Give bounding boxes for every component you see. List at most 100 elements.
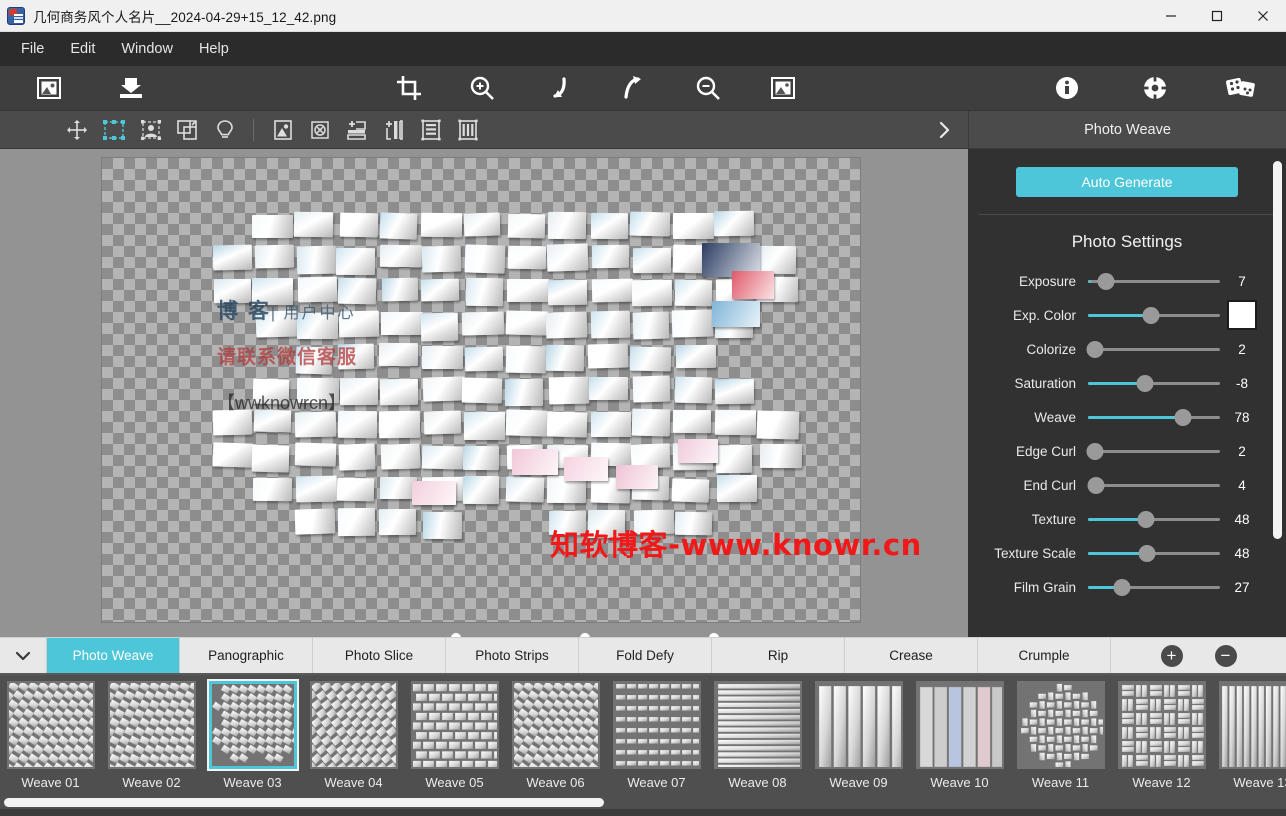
open-image-icon[interactable] xyxy=(26,68,72,108)
slider-track[interactable] xyxy=(1088,374,1220,392)
tab-crumple[interactable]: Crumple xyxy=(978,638,1111,673)
slider-track[interactable] xyxy=(1088,408,1220,426)
slider-knob[interactable] xyxy=(1137,510,1155,528)
save-image-icon[interactable] xyxy=(108,68,154,108)
tab-fold-defy[interactable]: Fold Defy xyxy=(579,638,712,673)
chevron-down-icon[interactable] xyxy=(0,638,47,673)
preset-thumbnail[interactable] xyxy=(915,681,1004,769)
slider-track[interactable] xyxy=(1087,476,1220,494)
slider-track[interactable] xyxy=(1088,272,1220,290)
slider-track[interactable] xyxy=(1088,306,1220,324)
selection-handle-top-left[interactable] xyxy=(450,632,462,637)
add-effect-button[interactable]: + xyxy=(1160,644,1183,667)
slider-knob[interactable] xyxy=(1086,442,1104,460)
preset-thumbnail[interactable] xyxy=(1218,681,1286,769)
preset-thumbnail[interactable] xyxy=(206,679,299,771)
panel-scrollbar[interactable] xyxy=(1273,161,1282,539)
tab-photo-weave[interactable]: Photo Weave xyxy=(47,638,180,673)
redo-icon[interactable] xyxy=(610,68,656,108)
preset-thumbnail[interactable] xyxy=(814,681,903,769)
preset-thumbnail[interactable] xyxy=(1016,681,1105,769)
weave-tile xyxy=(588,509,626,538)
preset-thumbnail[interactable] xyxy=(1117,681,1206,769)
preset-thumbnail[interactable] xyxy=(410,681,499,769)
preset-thumbnail-strip[interactable]: Weave 01 Weave 02 Weave 03 Weave 04 Weave 05… xyxy=(0,673,1286,795)
slider-track[interactable] xyxy=(1088,578,1220,596)
slider-value: 7 xyxy=(1238,273,1246,289)
remove-background-icon[interactable] xyxy=(301,114,338,146)
selection-handle-top-center[interactable] xyxy=(579,632,591,637)
remove-effect-button[interactable]: − xyxy=(1214,644,1237,667)
slider-knob[interactable] xyxy=(1097,272,1115,290)
mirror-icon[interactable] xyxy=(375,114,412,146)
random-icon[interactable] xyxy=(1218,68,1264,108)
slider-knob[interactable] xyxy=(1087,476,1105,494)
preset-item[interactable]: Weave 05 xyxy=(404,675,505,790)
preset-item[interactable]: Weave 12 xyxy=(1111,675,1212,790)
preset-item[interactable]: Weave 06 xyxy=(505,675,606,790)
slider-knob[interactable] xyxy=(1113,578,1131,596)
slider-knob[interactable] xyxy=(1142,306,1160,324)
light-bulb-icon[interactable] xyxy=(206,114,243,146)
slider-track[interactable] xyxy=(1086,340,1220,358)
columns-view-icon[interactable] xyxy=(449,114,486,146)
maximize-button[interactable] xyxy=(1194,0,1240,31)
settings-icon[interactable] xyxy=(1132,68,1178,108)
color-swatch-button[interactable] xyxy=(1227,300,1257,330)
canvas-area[interactable]: 博 客| 用户中心 请联系微信客服 【wwknowrcn】 知软博客-www.k… xyxy=(0,149,968,637)
selection-handle-top-right[interactable] xyxy=(708,632,720,637)
menu-help[interactable]: Help xyxy=(186,36,242,62)
slider-track[interactable] xyxy=(1088,510,1220,528)
minimize-button[interactable] xyxy=(1148,0,1194,31)
preset-thumbnail[interactable] xyxy=(612,681,701,769)
menu-edit[interactable]: Edit xyxy=(57,36,108,62)
marquee-select-icon[interactable] xyxy=(95,114,132,146)
tab-photo-slice[interactable]: Photo Slice xyxy=(313,638,446,673)
preset-item[interactable]: Weave 13 xyxy=(1212,675,1286,790)
subject-select-icon[interactable] xyxy=(132,114,169,146)
slider-knob[interactable] xyxy=(1138,544,1156,562)
zoom-out-icon[interactable] xyxy=(685,68,731,108)
transform-icon[interactable] xyxy=(169,114,206,146)
preset-item[interactable]: Weave 11 xyxy=(1010,675,1111,790)
chevron-right-icon[interactable] xyxy=(920,111,968,148)
preset-item[interactable]: Weave 08 xyxy=(707,675,808,790)
preset-item[interactable]: Weave 07 xyxy=(606,675,707,790)
slider-knob[interactable] xyxy=(1174,408,1192,426)
move-tool-icon[interactable] xyxy=(58,114,95,146)
slider-track[interactable] xyxy=(1088,544,1220,562)
preset-thumbnail[interactable] xyxy=(511,681,600,769)
preset-item[interactable]: Weave 02 xyxy=(101,675,202,790)
slider-knob[interactable] xyxy=(1136,374,1154,392)
preset-strip-scroll-thumb[interactable] xyxy=(4,797,604,807)
preset-item[interactable]: Weave 09 xyxy=(808,675,909,790)
preset-item[interactable]: Weave 10 xyxy=(909,675,1010,790)
close-button[interactable] xyxy=(1240,0,1286,31)
tab-rip[interactable]: Rip xyxy=(712,638,845,673)
fit-image-icon[interactable] xyxy=(760,68,806,108)
auto-generate-button[interactable]: Auto Generate xyxy=(1016,167,1238,197)
undo-icon[interactable] xyxy=(534,68,580,108)
canvas-document[interactable]: 博 客| 用户中心 请联系微信客服 【wwknowrcn】 知软博客-www.k… xyxy=(101,157,921,637)
preset-thumbnail[interactable] xyxy=(713,681,802,769)
preset-item[interactable]: Weave 01 xyxy=(0,675,101,790)
slider-knob[interactable] xyxy=(1086,340,1104,358)
tab-photo-strips[interactable]: Photo Strips xyxy=(446,638,579,673)
tab-crease[interactable]: Crease xyxy=(845,638,978,673)
add-layer-icon[interactable] xyxy=(338,114,375,146)
tab-panographic[interactable]: Panographic xyxy=(180,638,313,673)
preset-thumbnail[interactable] xyxy=(107,681,196,769)
preset-thumbnail[interactable] xyxy=(6,681,95,769)
slider-track[interactable] xyxy=(1086,442,1220,460)
list-view-icon[interactable] xyxy=(412,114,449,146)
crop-icon[interactable] xyxy=(386,68,432,108)
preset-strip-scrollbar[interactable] xyxy=(0,795,1286,809)
menu-file[interactable]: File xyxy=(8,36,57,62)
zoom-in-icon[interactable] xyxy=(459,68,505,108)
preset-item[interactable]: Weave 03 xyxy=(202,675,303,790)
preset-item[interactable]: Weave 04 xyxy=(303,675,404,790)
menu-window[interactable]: Window xyxy=(108,36,186,62)
background-image-icon[interactable] xyxy=(264,114,301,146)
info-icon[interactable] xyxy=(1044,68,1090,108)
preset-thumbnail[interactable] xyxy=(309,681,398,769)
